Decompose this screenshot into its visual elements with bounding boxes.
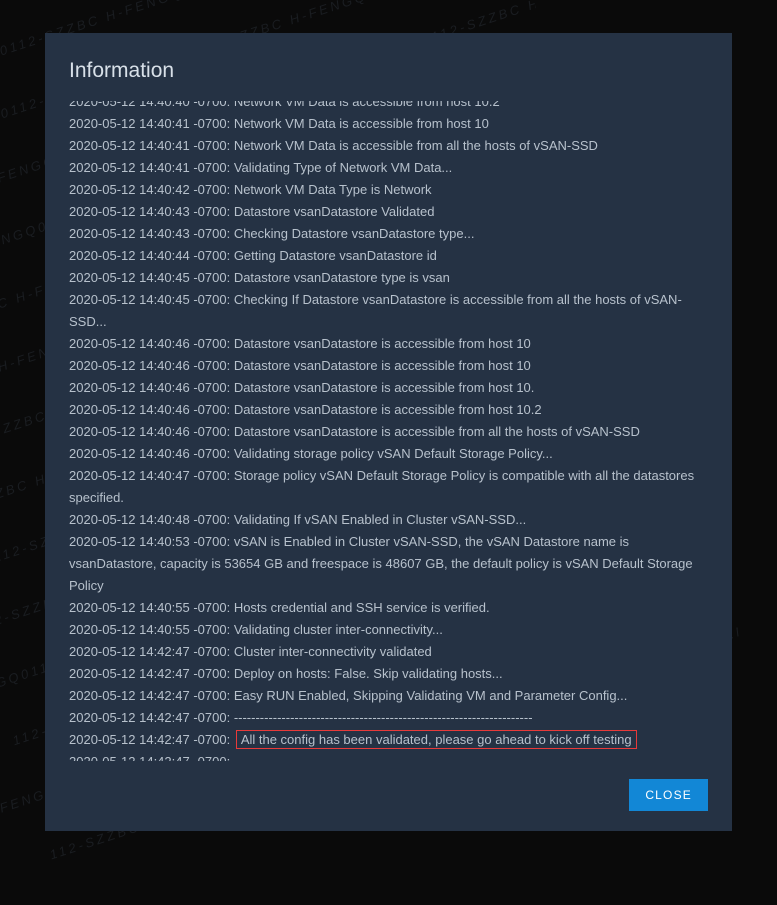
log-timestamp: 2020-05-12 14:42:47 -0700:: [69, 688, 234, 703]
log-line: 2020-05-12 14:40:41 -0700: Network VM Da…: [69, 135, 700, 157]
log-timestamp: 2020-05-12 14:40:55 -0700:: [69, 600, 234, 615]
log-message: Network VM Data Type is Network: [234, 182, 432, 197]
log-timestamp: 2020-05-12 14:40:41 -0700:: [69, 160, 234, 175]
log-message: Datastore vsanDatastore is accessible fr…: [234, 336, 531, 351]
log-line: 2020-05-12 14:42:47 -0700: All the confi…: [69, 729, 700, 751]
log-message: ----------------------------------------…: [234, 754, 533, 761]
log-line: 2020-05-12 14:42:47 -0700: Deploy on hos…: [69, 663, 700, 685]
log-line: 2020-05-12 14:42:47 -0700: -------------…: [69, 707, 700, 729]
log-message: Hosts credential and SSH service is veri…: [234, 600, 490, 615]
log-message: Deploy on hosts: False. Skip validating …: [234, 666, 503, 681]
log-line: 2020-05-12 14:40:40 -0700: Network VM Da…: [69, 101, 700, 113]
log-line: 2020-05-12 14:40:46 -0700: Datastore vsa…: [69, 399, 700, 421]
log-message: ----------------------------------------…: [234, 710, 533, 725]
log-timestamp: 2020-05-12 14:40:46 -0700:: [69, 380, 234, 395]
log-timestamp: 2020-05-12 14:40:46 -0700:: [69, 336, 234, 351]
log-line: 2020-05-12 14:40:46 -0700: Datastore vsa…: [69, 333, 700, 355]
log-message: Validating Type of Network VM Data...: [234, 160, 452, 175]
log-timestamp: 2020-05-12 14:42:47 -0700:: [69, 710, 234, 725]
log-timestamp: 2020-05-12 14:42:47 -0700:: [69, 732, 234, 747]
log-message: Getting Datastore vsanDatastore id: [234, 248, 437, 263]
log-line: 2020-05-12 14:40:53 -0700: vSAN is Enabl…: [69, 531, 700, 597]
log-line: 2020-05-12 14:40:46 -0700: Datastore vsa…: [69, 377, 700, 399]
information-modal: Information 2020-05-12 14:40:40 -0700: N…: [45, 33, 732, 831]
log-line: 2020-05-12 14:40:47 -0700: Storage polic…: [69, 465, 700, 509]
log-message: Cluster inter-connectivity validated: [234, 644, 432, 659]
log-line: 2020-05-12 14:40:44 -0700: Getting Datas…: [69, 245, 700, 267]
log-line: 2020-05-12 14:40:46 -0700: Validating st…: [69, 443, 700, 465]
log-timestamp: 2020-05-12 14:40:41 -0700:: [69, 138, 234, 153]
log-timestamp: 2020-05-12 14:40:40 -0700:: [69, 101, 234, 109]
log-timestamp: 2020-05-12 14:40:41 -0700:: [69, 116, 234, 131]
log-message: Validating cluster inter-connectivity...: [234, 622, 443, 637]
log-line: 2020-05-12 14:40:46 -0700: Datastore vsa…: [69, 421, 700, 443]
log-message: Datastore vsanDatastore is accessible fr…: [234, 424, 640, 439]
log-message: Datastore vsanDatastore is accessible fr…: [234, 380, 535, 395]
log-line: 2020-05-12 14:42:47 -0700: Easy RUN Enab…: [69, 685, 700, 707]
log-line: 2020-05-12 14:40:55 -0700: Validating cl…: [69, 619, 700, 641]
log-timestamp: 2020-05-12 14:40:43 -0700:: [69, 204, 234, 219]
log-message: Datastore vsanDatastore type is vsan: [234, 270, 450, 285]
log-line: 2020-05-12 14:40:48 -0700: Validating If…: [69, 509, 700, 531]
log-timestamp: 2020-05-12 14:40:53 -0700:: [69, 534, 234, 549]
log-timestamp: 2020-05-12 14:40:46 -0700:: [69, 402, 234, 417]
log-timestamp: 2020-05-12 14:40:42 -0700:: [69, 182, 234, 197]
log-message: Datastore vsanDatastore Validated: [234, 204, 435, 219]
log-line: 2020-05-12 14:40:45 -0700: Checking If D…: [69, 289, 700, 333]
log-line: 2020-05-12 14:40:55 -0700: Hosts credent…: [69, 597, 700, 619]
log-message: Datastore vsanDatastore is accessible fr…: [234, 358, 531, 373]
modal-footer: CLOSE: [69, 761, 708, 811]
log-message: Validating If vSAN Enabled in Cluster vS…: [234, 512, 526, 527]
log-message: Checking Datastore vsanDatastore type...: [234, 226, 475, 241]
log-timestamp: 2020-05-12 14:40:43 -0700:: [69, 226, 234, 241]
log-timestamp: 2020-05-12 14:40:48 -0700:: [69, 512, 234, 527]
log-output[interactable]: 2020-05-12 14:40:40 -0700: Network VM Da…: [69, 101, 708, 761]
log-message: Validating storage policy vSAN Default S…: [234, 446, 553, 461]
log-line: 2020-05-12 14:40:42 -0700: Network VM Da…: [69, 179, 700, 201]
log-message: All the config has been validated, pleas…: [236, 730, 637, 749]
log-line: 2020-05-12 14:40:41 -0700: Validating Ty…: [69, 157, 700, 179]
log-line: 2020-05-12 14:40:41 -0700: Network VM Da…: [69, 113, 700, 135]
log-message: Easy RUN Enabled, Skipping Validating VM…: [234, 688, 628, 703]
log-timestamp: 2020-05-12 14:42:47 -0700:: [69, 644, 234, 659]
close-button[interactable]: CLOSE: [629, 779, 708, 811]
log-timestamp: 2020-05-12 14:40:44 -0700:: [69, 248, 234, 263]
log-message: Network VM Data is accessible from all t…: [234, 138, 598, 153]
log-line: 2020-05-12 14:40:46 -0700: Datastore vsa…: [69, 355, 700, 377]
log-timestamp: 2020-05-12 14:40:45 -0700:: [69, 292, 234, 307]
log-timestamp: 2020-05-12 14:42:47 -0700:: [69, 754, 234, 761]
log-line: 2020-05-12 14:40:43 -0700: Checking Data…: [69, 223, 700, 245]
log-message: Datastore vsanDatastore is accessible fr…: [234, 402, 542, 417]
log-line: 2020-05-12 14:42:47 -0700: -------------…: [69, 751, 700, 761]
log-timestamp: 2020-05-12 14:42:47 -0700:: [69, 666, 234, 681]
log-line: 2020-05-12 14:40:43 -0700: Datastore vsa…: [69, 201, 700, 223]
log-line: 2020-05-12 14:40:45 -0700: Datastore vsa…: [69, 267, 700, 289]
log-timestamp: 2020-05-12 14:40:46 -0700:: [69, 424, 234, 439]
modal-title: Information: [69, 59, 708, 83]
log-timestamp: 2020-05-12 14:40:55 -0700:: [69, 622, 234, 637]
log-message: Network VM Data is accessible from host …: [234, 116, 489, 131]
log-timestamp: 2020-05-12 14:40:47 -0700:: [69, 468, 234, 483]
log-line: 2020-05-12 14:42:47 -0700: Cluster inter…: [69, 641, 700, 663]
log-message: Network VM Data is accessible from host …: [234, 101, 500, 109]
log-timestamp: 2020-05-12 14:40:45 -0700:: [69, 270, 234, 285]
log-timestamp: 2020-05-12 14:40:46 -0700:: [69, 358, 234, 373]
log-timestamp: 2020-05-12 14:40:46 -0700:: [69, 446, 234, 461]
